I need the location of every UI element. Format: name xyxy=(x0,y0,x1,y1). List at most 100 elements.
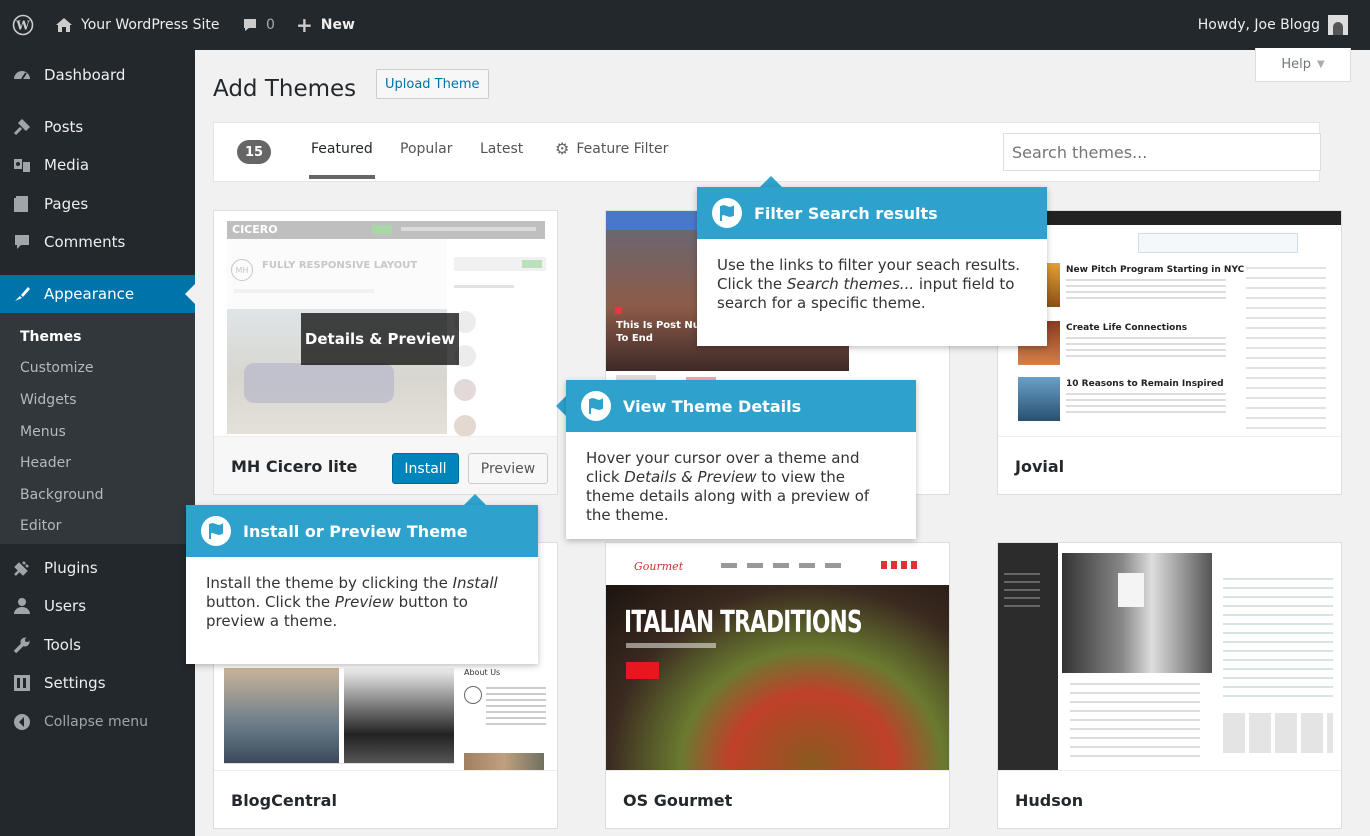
menu-media[interactable]: Media xyxy=(0,146,195,184)
menu-comments[interactable]: Comments xyxy=(0,223,195,261)
comment-icon xyxy=(244,19,256,31)
menu-tools[interactable]: Tools xyxy=(0,626,195,664)
tooltip-header: View Theme Details xyxy=(566,380,916,432)
menu-label: Media xyxy=(44,156,90,174)
theme-card-jovial[interactable]: New Pitch Program Starting in NYC Create… xyxy=(997,210,1342,495)
shot-headline: Create Life Connections xyxy=(1066,323,1188,333)
tooltip-filter-search: Filter Search results Use the links to f… xyxy=(697,187,1047,346)
menu-label: Settings xyxy=(44,674,106,692)
menu-label: Tools xyxy=(44,636,81,654)
submenu-menus[interactable]: Menus xyxy=(20,424,66,440)
comment-icon xyxy=(0,232,44,252)
menu-plugins[interactable]: Plugins xyxy=(0,549,195,587)
shot-headline: New Pitch Program Starting in NYC xyxy=(1066,265,1245,275)
submenu-header[interactable]: Header xyxy=(20,455,71,471)
menu-label: Appearance xyxy=(44,285,135,303)
tab-featured[interactable]: Featured xyxy=(309,141,375,179)
theme-count-badge: 15 xyxy=(237,140,271,164)
theme-name: OS Gourmet xyxy=(606,770,949,828)
my-account-link[interactable]: Howdy, Joe Blogg xyxy=(1198,0,1348,50)
tooltip-header: Install or Preview Theme xyxy=(186,505,538,557)
submenu-themes[interactable]: Themes xyxy=(20,329,81,345)
flag-icon xyxy=(201,516,231,546)
submenu-editor[interactable]: Editor xyxy=(20,518,61,534)
theme-card-hudson[interactable]: Hudson xyxy=(997,542,1342,829)
details-preview-overlay[interactable]: Details & Preview xyxy=(301,313,459,365)
submenu-widgets[interactable]: Widgets xyxy=(20,392,77,408)
menu-label: Posts xyxy=(44,118,84,136)
greeting: Howdy, Joe Blogg xyxy=(1197,17,1320,33)
menu-label: Users xyxy=(44,597,87,615)
menu-users[interactable]: Users xyxy=(0,587,195,625)
admin-bar: W Your WordPress Site 0 + New Howdy, Joe… xyxy=(0,0,1370,50)
avatar xyxy=(1328,15,1348,35)
brush-icon xyxy=(0,284,44,304)
site-name: Your WordPress Site xyxy=(81,17,220,33)
menu-settings[interactable]: Settings xyxy=(0,664,195,702)
wrench-icon xyxy=(0,635,44,655)
menu-pages[interactable]: Pages xyxy=(0,185,195,223)
tab-popular[interactable]: Popular xyxy=(400,141,453,157)
submenu-customize[interactable]: Customize xyxy=(20,360,94,376)
menu-appearance[interactable]: Appearance xyxy=(0,275,195,313)
install-button[interactable]: Install xyxy=(392,453,459,484)
comments-link[interactable]: 0 xyxy=(242,0,275,50)
theme-card-mh-cicero[interactable]: CICERO MH FULLY RESPONSIVE LAYOUT Detail… xyxy=(213,210,558,495)
feature-filter-label: Feature Filter xyxy=(576,141,669,157)
theme-screenshot: CICERO MH FULLY RESPONSIVE LAYOUT Detail… xyxy=(214,211,557,441)
theme-name: Jovial xyxy=(998,436,1341,494)
theme-card-os-gourmet[interactable]: Gourmet ITALIAN TRADITIONS OS Gourmet xyxy=(605,542,950,829)
search-themes-input[interactable] xyxy=(1003,133,1321,171)
wordpress-logo-icon[interactable]: W xyxy=(12,0,34,50)
tooltip-title: Filter Search results xyxy=(754,203,938,223)
shot-text: About Us xyxy=(464,668,501,677)
tab-latest[interactable]: Latest xyxy=(480,141,523,157)
tooltip-body: Hover your cursor over a theme and click… xyxy=(586,449,870,524)
upload-theme-button[interactable]: Upload Theme xyxy=(376,69,489,99)
shot-headline: 10 Reasons to Remain Inspired xyxy=(1066,379,1224,389)
menu-label: Pages xyxy=(44,195,89,213)
tooltip-title: View Theme Details xyxy=(623,396,802,416)
help-label: Help xyxy=(1281,57,1311,72)
settings-icon xyxy=(0,673,44,693)
tooltip-pointer xyxy=(545,395,567,417)
menu-label: Plugins xyxy=(44,559,98,577)
submenu-background[interactable]: Background xyxy=(20,487,104,503)
collapse-menu-button[interactable]: Collapse menu xyxy=(0,703,195,741)
menu-posts[interactable]: Posts xyxy=(0,108,195,146)
theme-name: BlogCentral xyxy=(214,770,557,828)
pin-icon xyxy=(0,117,44,137)
new-content-link[interactable]: + New xyxy=(296,0,355,50)
media-icon xyxy=(0,155,44,175)
plug-icon xyxy=(0,558,44,578)
comments-count: 0 xyxy=(266,17,275,33)
site-name-link[interactable]: Your WordPress Site xyxy=(55,0,220,50)
tooltip-pointer xyxy=(464,483,486,505)
svg-text:W: W xyxy=(15,19,30,33)
tooltip-body: Use the links to filter your seach resul… xyxy=(717,256,1021,312)
gear-icon: ⚙ xyxy=(555,139,570,158)
flag-icon xyxy=(581,391,611,421)
pages-icon xyxy=(0,194,44,214)
tooltip-install-preview: Install or Preview Theme Install the the… xyxy=(186,505,538,664)
shot-logo: Gourmet xyxy=(634,560,684,573)
home-icon xyxy=(56,18,72,32)
preview-button[interactable]: Preview xyxy=(468,453,548,484)
theme-screenshot: New Pitch Program Starting in NYC Create… xyxy=(998,211,1341,441)
tooltip-title: Install or Preview Theme xyxy=(243,521,468,541)
flag-icon xyxy=(712,198,742,228)
collapse-icon xyxy=(0,713,44,731)
menu-dashboard[interactable]: Dashboard xyxy=(0,56,195,94)
help-tab[interactable]: Help ▼ xyxy=(1255,48,1351,82)
menu-label: Collapse menu xyxy=(44,714,148,730)
page-title: Add Themes xyxy=(213,76,357,102)
new-label: New xyxy=(320,17,355,33)
tooltip-view-theme-details: View Theme Details Hover your cursor ove… xyxy=(566,380,916,539)
tooltip-header: Filter Search results xyxy=(697,187,1047,239)
appearance-submenu: Themes Customize Widgets Menus Header Ba… xyxy=(0,313,195,544)
theme-screenshot: Gourmet ITALIAN TRADITIONS xyxy=(606,543,949,773)
menu-label: Dashboard xyxy=(44,66,126,84)
plus-icon: + xyxy=(296,13,313,37)
feature-filter-button[interactable]: ⚙ Feature Filter xyxy=(555,139,669,158)
tooltip-body: Install the theme by clicking the Instal… xyxy=(206,574,498,630)
